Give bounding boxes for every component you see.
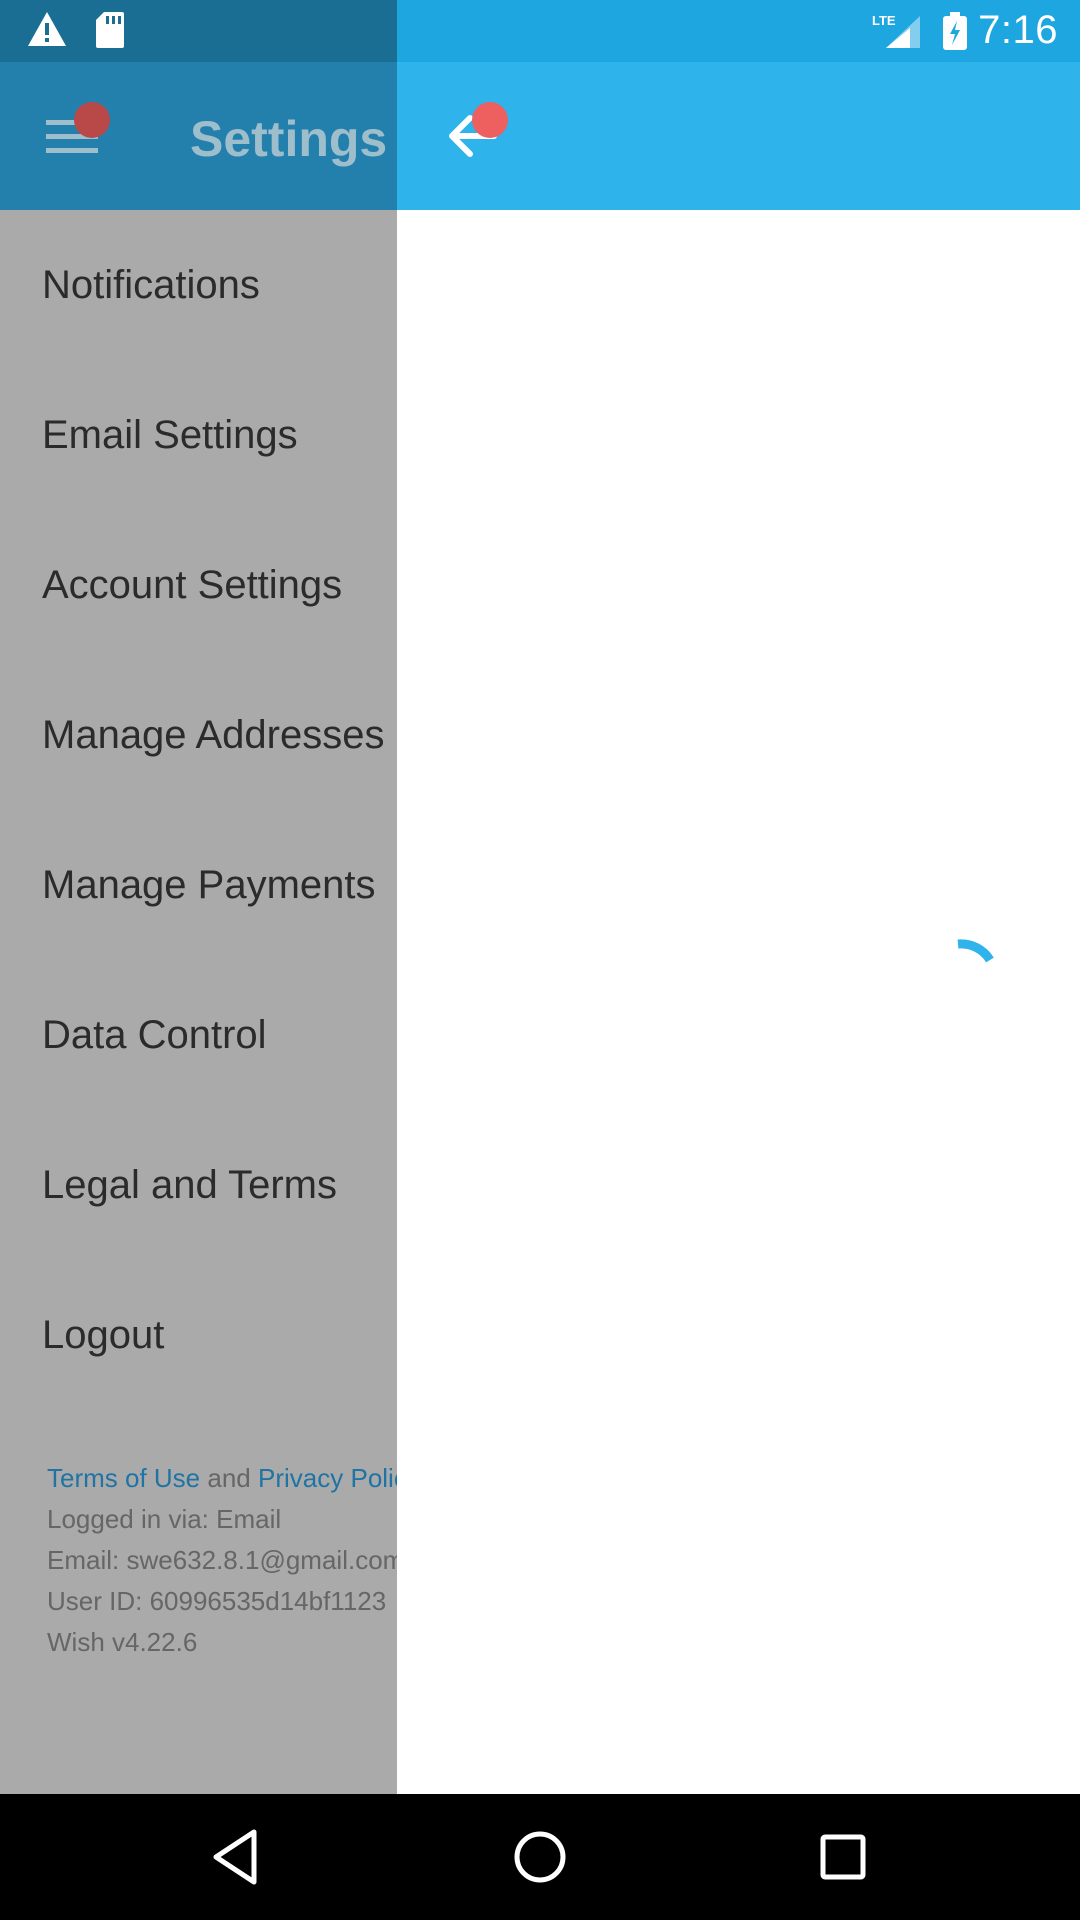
notification-dot <box>472 102 508 138</box>
menu-item-manage-payments[interactable]: Manage Payments <box>0 810 397 960</box>
menu-item-data-control[interactable]: Data Control <box>0 960 397 1110</box>
logged-in-via: Logged in via: Email <box>47 1504 282 1534</box>
sd-card-icon <box>96 12 124 48</box>
menu-item-notifications[interactable]: Notifications <box>0 210 397 360</box>
legal-links-line: Terms of Use and Privacy Policy <box>47 1458 397 1499</box>
screen: 7:16 Settings Notifications Email Settin… <box>0 0 1080 1920</box>
system-nav-bar <box>0 1794 1080 1920</box>
lte-signal-icon: LTE <box>872 13 920 48</box>
user-id: User ID: 60996535d14bf1123 <box>47 1586 387 1616</box>
status-time: 7:16 <box>978 8 1058 52</box>
nav-recents-icon[interactable] <box>810 1824 876 1890</box>
app-version: Wish v4.22.6 <box>47 1627 198 1657</box>
loading-spinner-icon <box>957 939 994 963</box>
menu-item-email-settings[interactable]: Email Settings <box>0 360 397 510</box>
network-label: LTE <box>872 13 896 28</box>
account-email: Email: swe632.8.1@gmail.com <box>47 1545 397 1575</box>
drawer-title: Settings <box>190 111 388 167</box>
battery-charging-icon <box>943 12 967 50</box>
and-text: and <box>207 1463 251 1493</box>
drawer-status-bar <box>0 0 397 62</box>
drawer-footer: Terms of Use and Privacy Policy Logged i… <box>47 1458 397 1663</box>
nav-home-icon[interactable] <box>507 1824 573 1890</box>
menu-item-account-settings[interactable]: Account Settings <box>0 510 397 660</box>
menu-item-legal-and-terms[interactable]: Legal and Terms <box>0 1110 397 1260</box>
drawer-menu: Notifications Email Settings Account Set… <box>0 210 397 1410</box>
navigation-drawer: Settings Notifications Email Settings Ac… <box>0 0 397 1794</box>
menu-item-logout[interactable]: Logout <box>0 1260 397 1410</box>
notification-dot <box>74 102 110 138</box>
privacy-policy-link[interactable]: Privacy Policy <box>258 1463 397 1493</box>
terms-of-use-link[interactable]: Terms of Use <box>47 1463 200 1493</box>
menu-item-manage-addresses[interactable]: Manage Addresses <box>0 660 397 810</box>
nav-back-icon[interactable] <box>204 1824 270 1890</box>
warning-icon <box>28 12 66 46</box>
